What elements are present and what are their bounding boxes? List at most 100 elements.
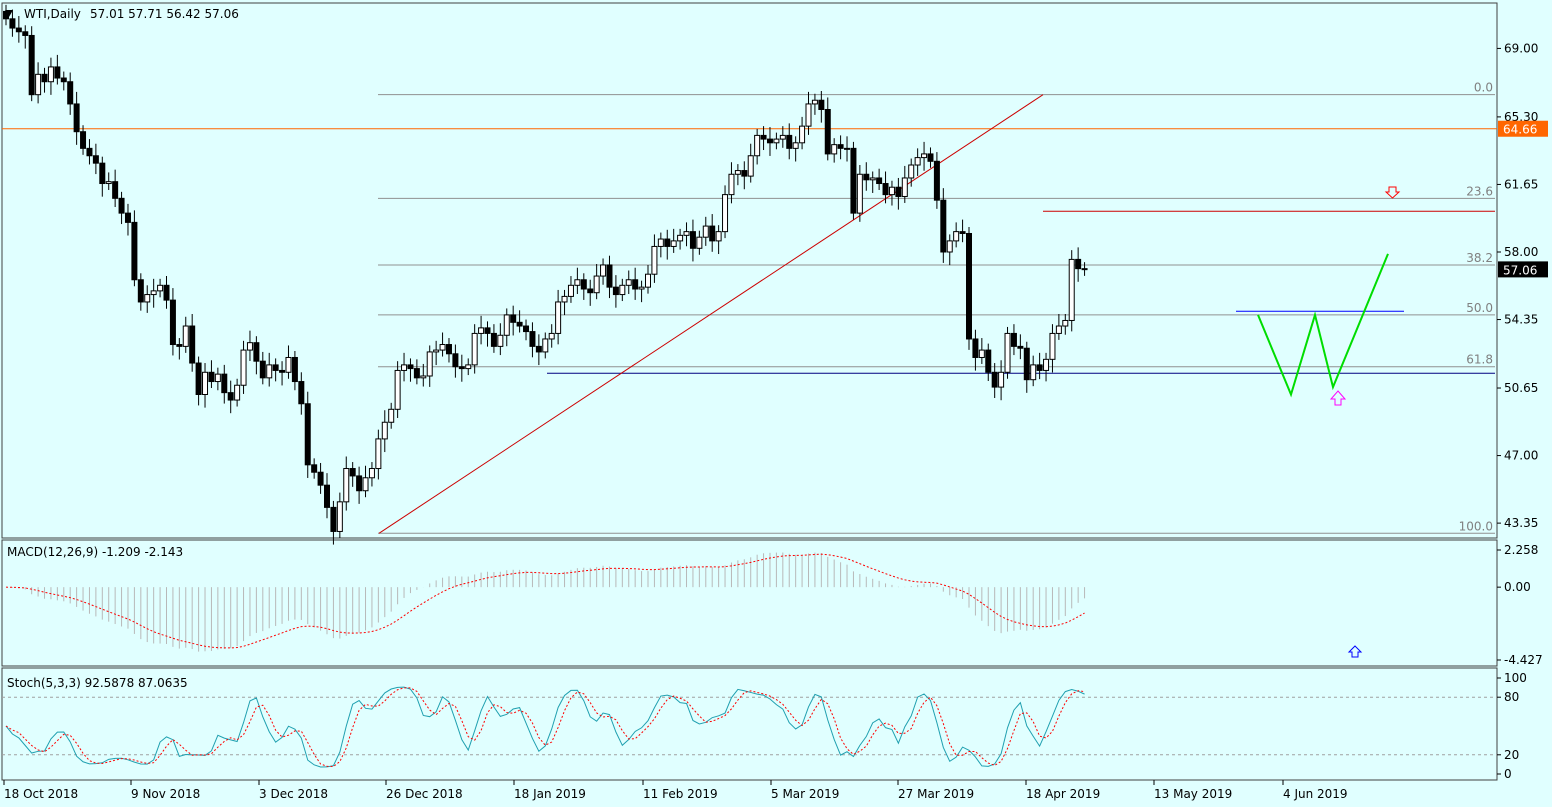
- candle-body-bear: [824, 108, 831, 155]
- stoch-tick-label: 100: [1504, 671, 1527, 685]
- candle-body-bear: [80, 131, 87, 149]
- candle-body-bull: [773, 138, 780, 144]
- candle-body-bull: [465, 364, 472, 370]
- candle-body-bull: [696, 236, 703, 249]
- candle-body-bear: [54, 66, 61, 79]
- candle-body-bull: [619, 284, 626, 296]
- candle-body-bear: [1023, 347, 1030, 381]
- candle-body-bull: [683, 231, 690, 236]
- time-tick-label: 26 Dec 2018: [386, 787, 463, 801]
- candle-body-bear: [22, 31, 29, 36]
- stoch-header: Stoch(5,3,3) 92.5878 87.0635: [7, 676, 188, 690]
- candle-body-bull: [542, 338, 549, 353]
- candle-body-bull: [214, 373, 221, 383]
- candle-body-bull: [266, 364, 273, 379]
- macd-header: MACD(12,26,9) -1.209 -2.143: [7, 545, 183, 559]
- candle-body-bear: [208, 371, 215, 383]
- candle-body-bull: [722, 194, 729, 233]
- candle-body-bear: [349, 468, 356, 477]
- candle-body-bear: [253, 342, 260, 362]
- candle-body-bull: [805, 103, 812, 127]
- candle-body-bear: [407, 364, 414, 370]
- candle-body-bear: [516, 321, 523, 327]
- candle-body-bull: [1068, 258, 1075, 321]
- candle-body-bear: [1010, 332, 1017, 347]
- candle-body-bear: [490, 332, 497, 347]
- candle-body-bear: [67, 81, 74, 105]
- candle-body-bear: [991, 371, 998, 388]
- candle-body-bear: [131, 221, 138, 281]
- price-tick-label: 54.35: [1504, 313, 1538, 327]
- candle-body-bull: [394, 369, 401, 410]
- fib-label: 0.0: [1474, 81, 1493, 95]
- candle-body-bear: [933, 160, 940, 201]
- macd-tick-label: -4.427: [1504, 653, 1543, 667]
- candle-body-bear: [818, 99, 825, 110]
- candle-body-bull: [202, 371, 209, 395]
- candle-body-bear: [60, 77, 67, 83]
- candle-body-bear: [580, 279, 587, 290]
- candle-body-bear: [985, 349, 992, 373]
- candle-body-bull: [914, 157, 921, 166]
- candle-body-bull: [901, 177, 908, 197]
- candle-body-bull: [869, 177, 876, 181]
- candle-body-bull: [670, 240, 677, 247]
- candle-body-bull: [234, 384, 241, 401]
- price-tick-label: 43.35: [1504, 516, 1538, 530]
- candle-body-bear: [15, 27, 22, 33]
- time-tick-label: 18 Apr 2019: [1026, 787, 1100, 801]
- candle-body-bear: [1017, 345, 1024, 349]
- candle-body-bull: [702, 225, 709, 238]
- candle-body-bear: [766, 138, 773, 144]
- candle-body-bull: [908, 164, 915, 179]
- candle-body-bull: [420, 375, 427, 379]
- candle-body-bear: [632, 279, 639, 290]
- candle-body-bull: [401, 364, 408, 371]
- candle-body-bear: [959, 231, 966, 234]
- candle-body-bear: [529, 331, 536, 347]
- ohlc-readout: 57.01 57.71 56.42 57.06: [90, 7, 239, 21]
- candle-body-bear: [966, 232, 972, 340]
- candle-body-bear: [356, 475, 363, 492]
- fib-label: 38.2: [1466, 251, 1493, 265]
- candle: [966, 227, 972, 350]
- macd-tick-label: 0.00: [1504, 580, 1531, 594]
- candle-body-bear: [311, 464, 318, 473]
- candle-body-bull: [844, 147, 851, 150]
- candle-body-bull: [625, 279, 632, 286]
- candle-body-bear: [298, 381, 305, 405]
- candle-body-bear: [176, 344, 183, 347]
- symbol-label: WTI,Daily: [24, 7, 81, 21]
- candle-body-bear: [940, 199, 947, 253]
- candle-body-bear: [1081, 268, 1088, 271]
- candle-body-bear: [458, 366, 465, 370]
- candle-body-bear: [73, 103, 80, 133]
- fib-label: 23.6: [1466, 184, 1493, 198]
- candle-body-bear: [92, 155, 99, 164]
- candle-body-bull: [1004, 332, 1011, 373]
- candle-body-bear: [317, 471, 324, 486]
- candle-body-bull: [946, 240, 953, 253]
- candle-body-bear: [86, 147, 93, 157]
- candle: [1068, 250, 1075, 332]
- candle-body-bear: [1075, 258, 1082, 270]
- candle-body-bull: [47, 66, 54, 83]
- candle-body-bear: [850, 147, 857, 214]
- candle-body-bull: [728, 173, 735, 196]
- candle-body-bear: [689, 231, 696, 249]
- candle-body-bull: [715, 231, 722, 242]
- time-tick-label: 5 Mar 2019: [771, 787, 839, 801]
- candle-body-bear: [413, 368, 420, 379]
- candle-body-bear: [587, 288, 594, 294]
- candle-body-bull: [747, 155, 754, 177]
- candle-body-bull: [1049, 332, 1056, 360]
- candle-body-bull: [677, 234, 684, 242]
- candle-body-bear: [927, 153, 934, 162]
- candle-body-bear: [99, 162, 106, 185]
- candle-body-bull: [799, 125, 806, 144]
- candle-body-bull: [105, 181, 112, 185]
- candle-body-bull: [555, 301, 562, 334]
- candle-body-bull: [150, 290, 157, 296]
- price-tick-label: 69.00: [1504, 41, 1538, 55]
- candle-body-bull: [1055, 325, 1062, 334]
